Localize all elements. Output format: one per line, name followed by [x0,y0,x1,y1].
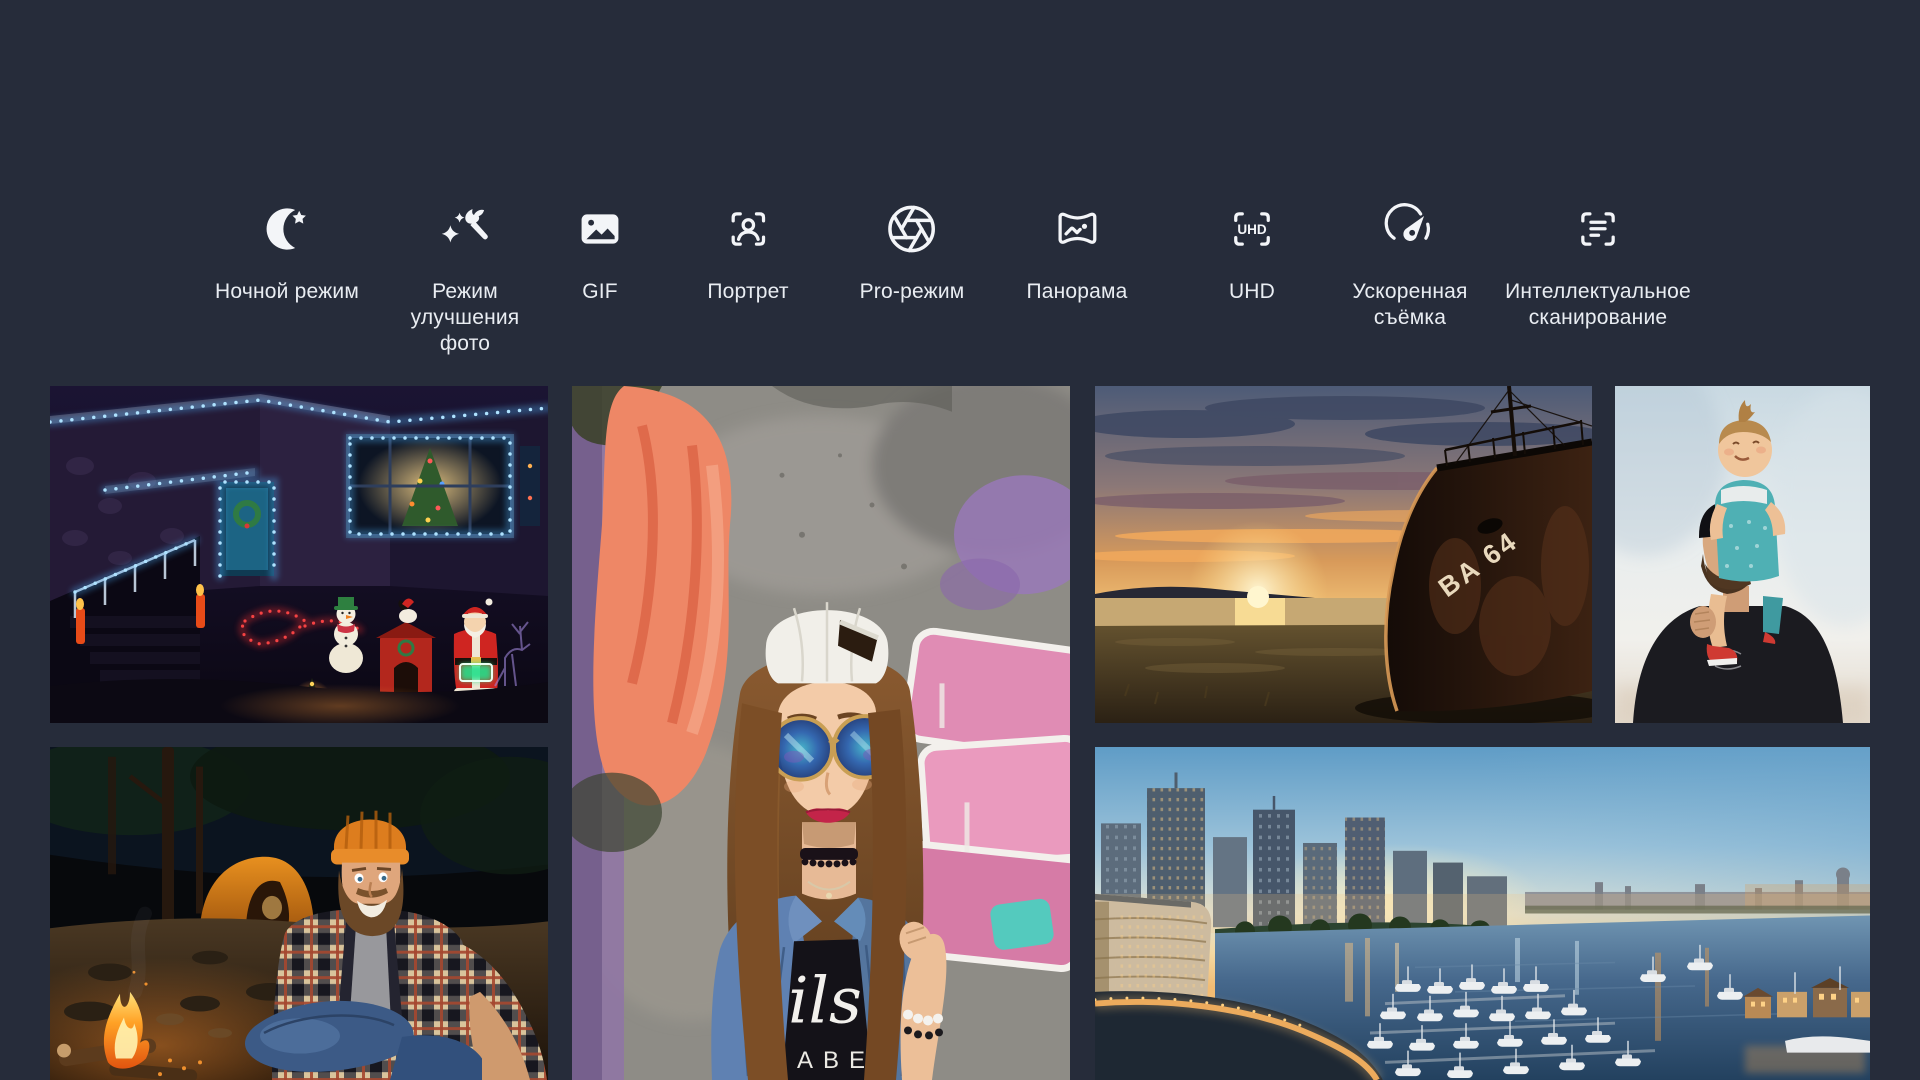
panorama-icon [1051,203,1103,255]
feature-label: Режим улучшения фото [386,279,544,357]
feature-label: Панорама [1026,279,1127,305]
child-on-fathers-shoulders-image [1615,386,1870,723]
feature-uhd[interactable]: UHD UHD [1226,203,1278,305]
feature-photo-enhance[interactable]: Режим улучшения фото [386,203,544,357]
feature-gif[interactable]: GIF [574,203,626,305]
sunset-ship-image: BA 64 [1095,386,1592,723]
uhd-icon: UHD [1226,203,1278,255]
photo-icon [574,203,626,255]
feature-bar: Ночной режим Режим улучшения фото [0,203,1920,363]
photo-girl-graffiti-portrait[interactable]: ils BABE [572,386,1070,1080]
camera-modes-section: Ночной режим Режим улучшения фото [0,0,1920,1080]
feature-label: Интеллектуальное сканирование [1500,279,1696,331]
aperture-icon [886,203,938,255]
feature-label: UHD [1229,279,1275,305]
photo-campfire-selfie[interactable] [50,747,548,1080]
feature-smart-scan[interactable]: Интеллектуальное сканирование [1500,203,1696,331]
feature-label: Портрет [707,279,788,305]
moon-star-icon [261,203,313,255]
feature-timelapse[interactable]: Ускоренная съёмка [1340,203,1480,331]
girl-graffiti-portrait-image: ils BABE [572,386,1070,1080]
speedometer-icon [1384,203,1436,255]
campfire-selfie-image [50,747,548,1080]
portrait-frame-icon [722,203,774,255]
city-harbour-panorama-image [1095,747,1870,1080]
feature-panorama[interactable]: Панорама [1026,203,1127,305]
magic-brush-icon [439,203,491,255]
snowman [329,597,363,673]
feature-portrait[interactable]: Портрет [707,203,788,305]
feature-night-mode[interactable]: Ночной режим [215,203,359,305]
feature-label: Ночной режим [215,279,359,305]
feature-label: Pro-режим [860,279,965,305]
feature-label: Ускоренная съёмка [1340,279,1480,331]
scan-icon [1572,203,1624,255]
feature-label: GIF [582,279,618,305]
christmas-lights-house-image [50,386,548,723]
svg-text:ils: ils [788,965,862,1039]
svg-text:UHD: UHD [1237,222,1267,237]
feature-pro-mode[interactable]: Pro-режим [860,203,965,305]
photo-christmas-lights-house[interactable] [50,386,548,723]
photo-sunset-ship[interactable]: BA 64 [1095,386,1592,723]
photo-child-on-fathers-shoulders[interactable] [1615,386,1870,723]
photo-city-harbour-panorama[interactable] [1095,747,1870,1080]
